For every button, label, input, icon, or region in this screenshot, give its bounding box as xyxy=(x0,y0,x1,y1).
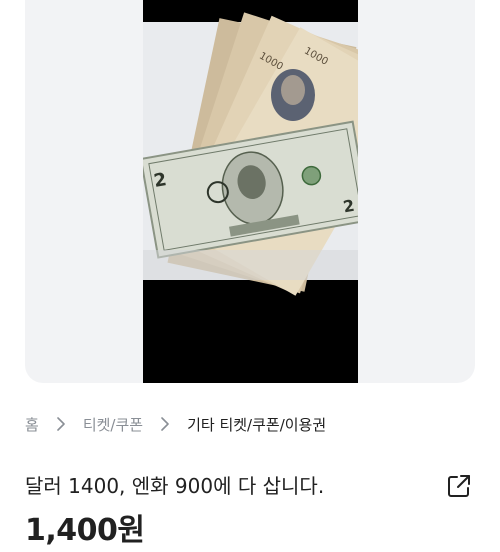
breadcrumb-subcategory[interactable]: 기타 티켓/쿠폰/이용권 xyxy=(187,414,326,435)
breadcrumb: 홈 티켓/쿠폰 기타 티켓/쿠폰/이용권 xyxy=(25,412,326,436)
product-price: 1,400원 xyxy=(25,513,145,548)
product-photo[interactable]: 1000 1000 2 2 xyxy=(143,0,358,383)
chevron-right-icon xyxy=(155,414,175,434)
breadcrumb-home[interactable]: 홈 xyxy=(25,414,39,435)
breadcrumb-category[interactable]: 티켓/쿠폰 xyxy=(83,414,143,435)
product-title: 달러 1400, 엔화 900에 다 삽니다. xyxy=(25,474,325,498)
share-external-icon xyxy=(446,473,472,499)
banknotes-illustration: 1000 1000 2 2 xyxy=(143,12,358,296)
product-image-gallery[interactable]: 1000 1000 2 2 xyxy=(25,0,475,383)
share-button[interactable] xyxy=(445,472,473,500)
chevron-right-icon xyxy=(51,414,71,434)
